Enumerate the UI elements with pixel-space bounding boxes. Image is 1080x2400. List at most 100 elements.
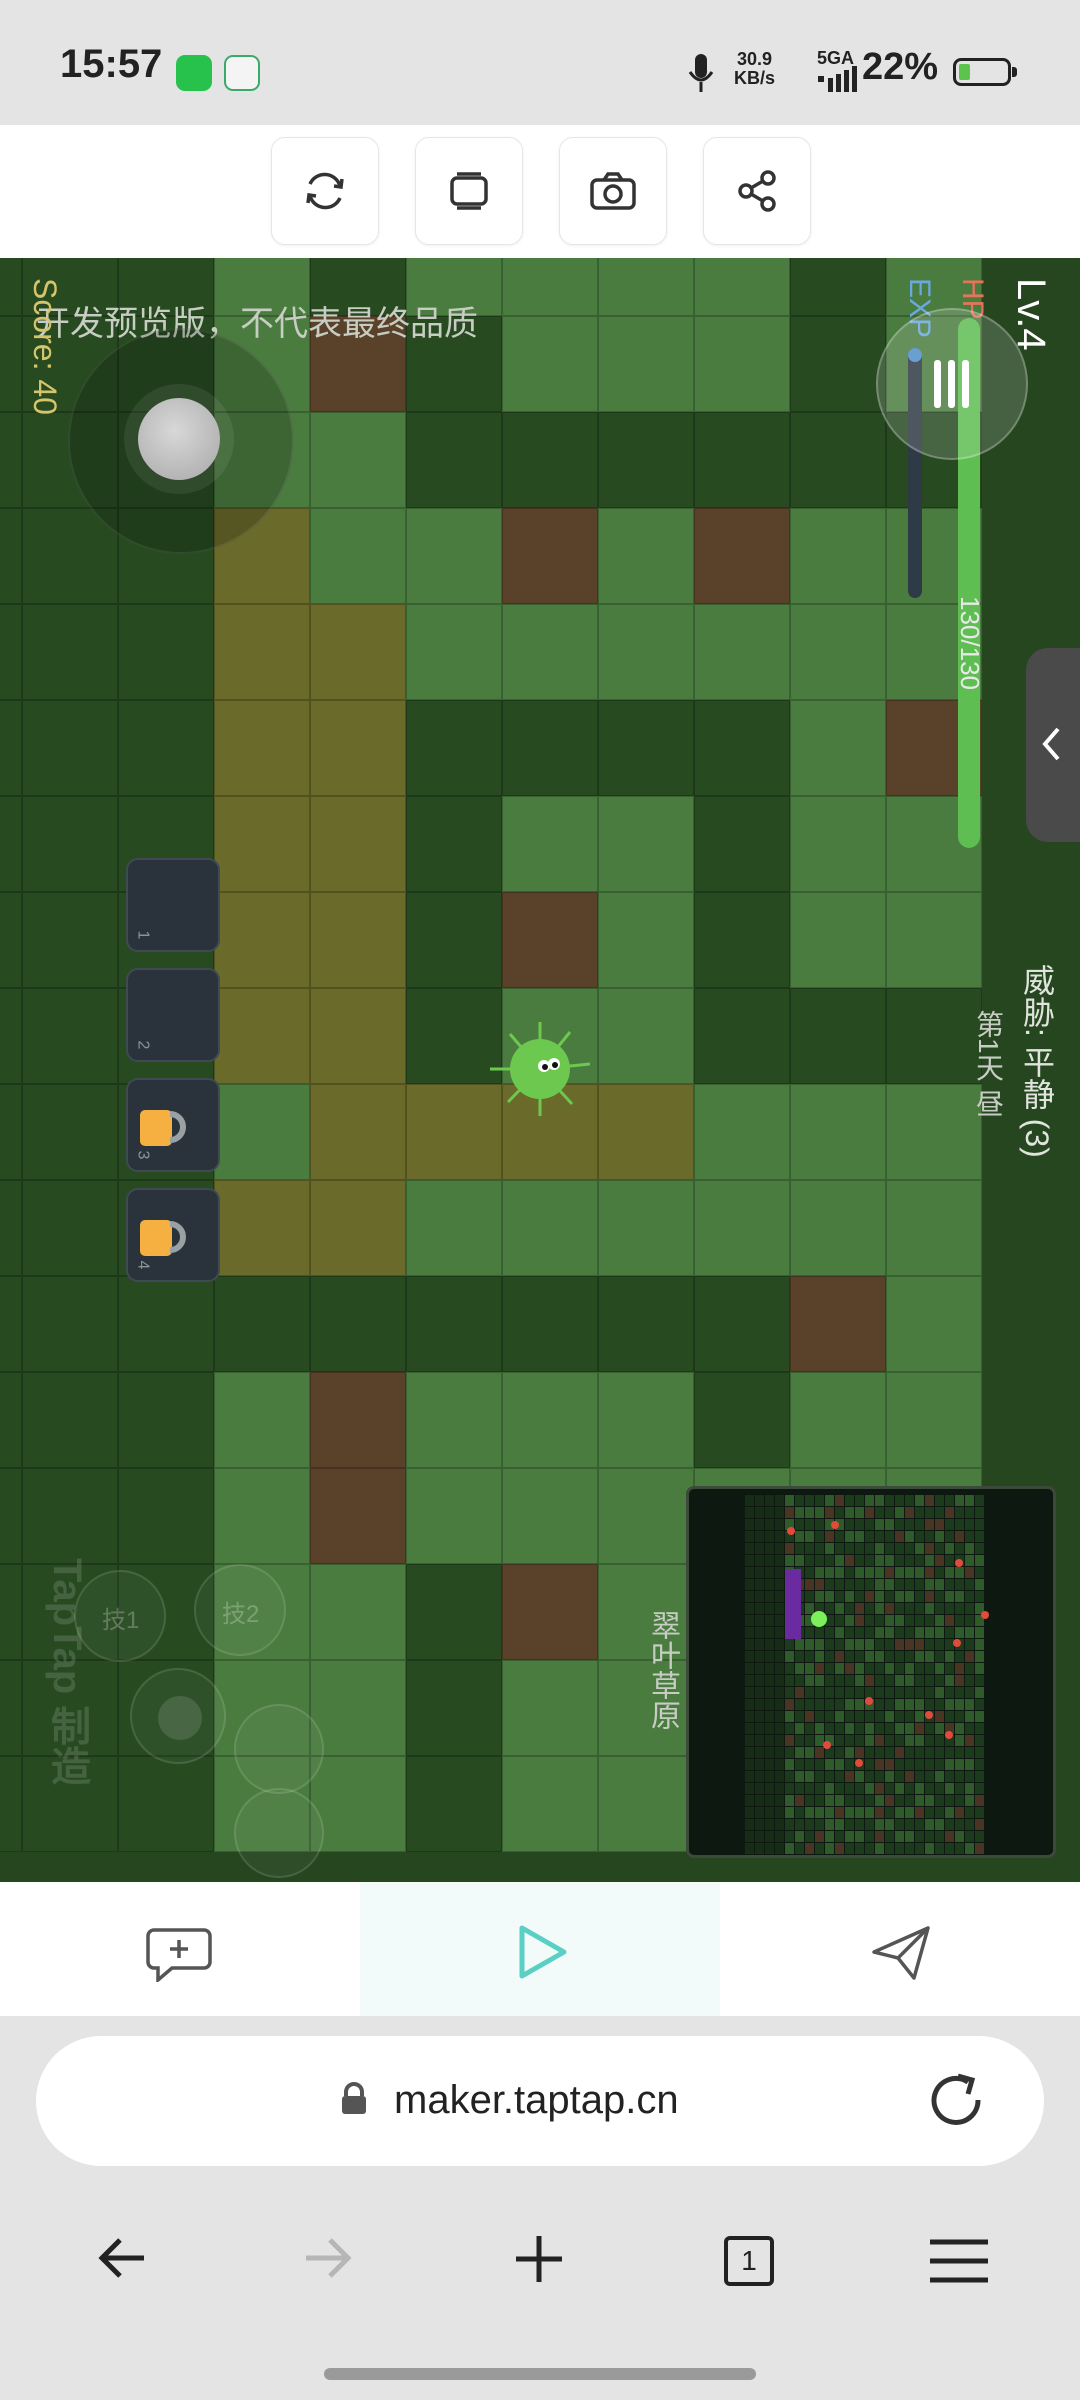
minimap-tile: [955, 1795, 964, 1806]
minimap-tile: [875, 1675, 884, 1686]
minimap-tile: [765, 1687, 774, 1698]
play-icon[interactable]: [514, 1922, 570, 1982]
item-slot-2[interactable]: 2: [126, 968, 220, 1062]
minimap-tile: [945, 1807, 954, 1818]
refresh-button[interactable]: [271, 137, 379, 245]
locked-skill-4-button[interactable]: [234, 1788, 324, 1878]
game-menu-button[interactable]: [876, 308, 1028, 460]
minimap-tile: [815, 1675, 824, 1686]
minimap-tile: [775, 1735, 784, 1746]
minimap-tile: [745, 1687, 754, 1698]
minimap-tile: [805, 1771, 814, 1782]
skill-2-button[interactable]: 技2: [194, 1564, 286, 1656]
minimap-tile: [895, 1507, 904, 1518]
minimap-tile: [755, 1519, 764, 1530]
minimap-tile: [915, 1843, 924, 1854]
minimap-tile: [955, 1651, 964, 1662]
minimap-tile: [775, 1663, 784, 1674]
minimap-tile: [845, 1819, 854, 1830]
minimap-tile: [755, 1675, 764, 1686]
minimap-tile: [955, 1579, 964, 1590]
map-tile: [310, 796, 406, 892]
minimap-tile: [805, 1651, 814, 1662]
minimap-tile: [795, 1543, 804, 1554]
comment-add-icon[interactable]: [146, 1926, 212, 1982]
minimap-tile: [775, 1579, 784, 1590]
minimap-tile: [765, 1747, 774, 1758]
minimap-tile: [795, 1807, 804, 1818]
attack-button[interactable]: [130, 1668, 226, 1764]
minimap-tile: [765, 1507, 774, 1518]
share-button[interactable]: [703, 137, 811, 245]
address-bar[interactable]: maker.taptap.cn: [36, 2036, 1044, 2166]
minimap-tile: [845, 1507, 854, 1518]
back-icon[interactable]: [96, 2236, 148, 2280]
minimap-tile: [815, 1759, 824, 1770]
forward-icon[interactable]: [302, 2236, 354, 2280]
map-tile: [694, 412, 790, 508]
minimap-tile: [945, 1819, 954, 1830]
item-slot-1[interactable]: 1: [126, 858, 220, 952]
minimap-tile: [975, 1819, 984, 1830]
item-slot-3[interactable]: 3: [126, 1078, 220, 1172]
minimap-tile: [795, 1771, 804, 1782]
map-tile: [790, 508, 886, 604]
minimap-tile: [825, 1651, 834, 1662]
menu-icon[interactable]: [928, 2238, 990, 2284]
minimap-tile: [975, 1531, 984, 1542]
multi-window-button[interactable]: [415, 137, 523, 245]
minimap-tile: [805, 1567, 814, 1578]
minimap-tile: [865, 1543, 874, 1554]
minimap-tile: [825, 1795, 834, 1806]
minimap-tile: [925, 1567, 934, 1578]
minimap-tile: [765, 1759, 774, 1770]
map-tile: [502, 316, 598, 412]
minimap-tile: [885, 1795, 894, 1806]
minimap-tile: [905, 1819, 914, 1830]
minimap-tile: [885, 1567, 894, 1578]
minimap-tile: [755, 1771, 764, 1782]
minimap-tile: [765, 1651, 774, 1662]
minimap-tile: [975, 1639, 984, 1650]
joystick-knob[interactable]: [138, 398, 220, 480]
new-tab-icon[interactable]: [514, 2234, 564, 2284]
minimap-tile: [825, 1819, 834, 1830]
minimap-tile: [765, 1723, 774, 1734]
minimap-tile: [755, 1819, 764, 1830]
minimap-tile: [755, 1531, 764, 1542]
minimap-tile: [785, 1687, 794, 1698]
minimap-tile: [935, 1699, 944, 1710]
reload-icon[interactable]: [928, 2072, 988, 2132]
minimap-tile: [935, 1831, 944, 1842]
minimap-tile: [915, 1735, 924, 1746]
home-indicator[interactable]: [324, 2368, 756, 2380]
minimap-tile: [965, 1495, 974, 1506]
minimap-tile: [795, 1759, 804, 1770]
map-tile: [0, 1756, 22, 1852]
minimap-tile: [885, 1819, 894, 1830]
game-canvas[interactable]: 开发预览版，不代表最终品质 Score: 40 1 2 3 4 Lv.4 HP …: [0, 258, 1080, 1882]
side-panel-toggle[interactable]: [1026, 648, 1080, 842]
minimap-tile: [855, 1639, 864, 1650]
map-tile: [790, 796, 886, 892]
map-tile: [598, 412, 694, 508]
minimap-tile: [945, 1519, 954, 1530]
minimap-tile: [865, 1723, 874, 1734]
minimap[interactable]: [686, 1486, 1056, 1858]
minimap-tile: [785, 1555, 794, 1566]
minimap-tile: [775, 1711, 784, 1722]
minimap-tile: [835, 1663, 844, 1674]
map-tile: [502, 1756, 598, 1852]
minimap-tile: [745, 1507, 754, 1518]
item-slot-4[interactable]: 4: [126, 1188, 220, 1282]
map-tile: [310, 700, 406, 796]
minimap-tile: [845, 1795, 854, 1806]
send-icon[interactable]: [870, 1924, 932, 1982]
tabs-count-icon[interactable]: 1: [724, 2236, 774, 2286]
locked-skill-3-button[interactable]: [234, 1704, 324, 1794]
map-tile: [22, 1180, 118, 1276]
screenshot-button[interactable]: [559, 137, 667, 245]
minimap-tile: [825, 1687, 834, 1698]
map-tile: [214, 604, 310, 700]
minimap-tile: [975, 1831, 984, 1842]
